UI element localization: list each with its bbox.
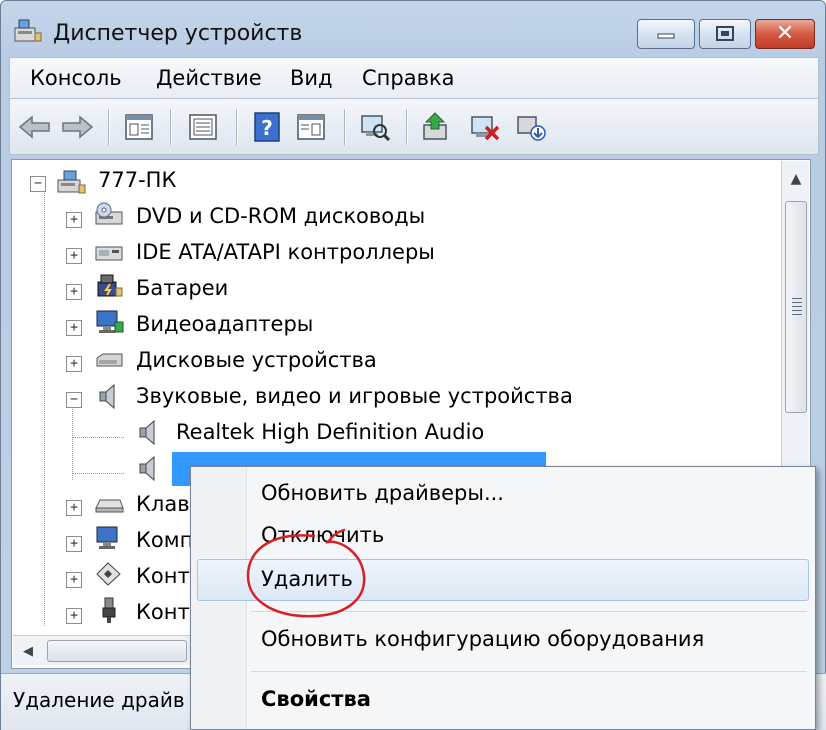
- expander-sound[interactable]: −: [66, 392, 82, 408]
- dvd-drive-icon: [95, 202, 123, 225]
- tree-item-computer[interactable]: Комп: [136, 528, 193, 552]
- forward-arrow-icon: [62, 115, 94, 139]
- update-driver-icon: [423, 112, 447, 140]
- properties-icon: [125, 114, 153, 140]
- grip-icon: [792, 298, 802, 316]
- root-expander[interactable]: −: [30, 176, 46, 192]
- context-separator: [251, 611, 807, 612]
- expander-disk[interactable]: +: [66, 356, 82, 372]
- console-toolbar-button[interactable]: [184, 109, 222, 145]
- tree-item-usb[interactable]: Конт: [136, 600, 190, 624]
- expander-display[interactable]: +: [66, 320, 82, 336]
- device-manager-icon: [14, 19, 42, 42]
- disk-drive-icon: [96, 353, 123, 367]
- scroll-left-button[interactable]: ◀: [17, 640, 39, 662]
- scan-hardware-icon: [361, 115, 391, 142]
- title-bar[interactable]: Диспетчер устройств ✕: [1, 1, 825, 53]
- expander-controller[interactable]: +: [66, 572, 82, 588]
- menu-view[interactable]: Вид: [290, 66, 333, 90]
- tree-item-display[interactable]: Видеоадаптеры: [136, 312, 313, 336]
- context-item-disable[interactable]: Отключить: [261, 523, 384, 547]
- update-driver-button[interactable]: [418, 109, 456, 145]
- disable-icon: [517, 116, 546, 141]
- expander-dvd[interactable]: +: [66, 212, 82, 228]
- expander-keyboard[interactable]: +: [66, 500, 82, 516]
- context-separator: [251, 671, 807, 672]
- scan-hardware-button[interactable]: [356, 109, 394, 145]
- scroll-up-button[interactable]: ▲: [782, 161, 810, 197]
- context-menu: Обновить драйверы... Отключить Удалить О…: [190, 466, 816, 730]
- console-icon: [189, 114, 217, 140]
- context-item-properties[interactable]: Свойства: [261, 687, 371, 711]
- ide-controller-icon: [95, 246, 123, 261]
- chevron-left-icon: ◀: [23, 643, 33, 659]
- view-icon: [297, 114, 325, 140]
- back-button[interactable]: [16, 109, 54, 145]
- menu-bar: Консоль Действие Вид Справка: [9, 57, 819, 99]
- uninstall-button[interactable]: [466, 109, 504, 145]
- controller-icon: [96, 562, 121, 586]
- tree-item-battery[interactable]: Батареи: [136, 276, 228, 300]
- menu-action[interactable]: Действие: [156, 66, 262, 90]
- tree-item-sound[interactable]: Звуковые, видео и игровые устройства: [136, 384, 573, 408]
- horizontal-scrollbar[interactable]: ◀: [13, 635, 193, 665]
- tree-item-ide[interactable]: IDE ATA/ATAPI контроллеры: [136, 240, 435, 264]
- disable-button[interactable]: [512, 109, 550, 145]
- view-toolbar-button[interactable]: [292, 109, 330, 145]
- tree-child-realtek[interactable]: Realtek High Definition Audio: [176, 420, 484, 444]
- speaker-icon: [139, 419, 155, 446]
- maximize-button[interactable]: [699, 19, 751, 49]
- minimize-button[interactable]: [637, 19, 695, 49]
- tree-item-controller[interactable]: Конт: [136, 564, 190, 588]
- back-arrow-icon: [18, 115, 50, 139]
- toolbar: ?: [9, 99, 819, 155]
- help-toolbar-button[interactable]: ?: [248, 109, 286, 145]
- context-item-update-drivers[interactable]: Обновить драйверы...: [261, 481, 504, 505]
- window-title: Диспетчер устройств: [53, 21, 303, 46]
- horizontal-scroll-thumb[interactable]: [47, 640, 187, 662]
- expander-battery[interactable]: +: [66, 284, 82, 300]
- menu-console[interactable]: Консоль: [30, 66, 122, 90]
- expander-usb[interactable]: +: [66, 608, 82, 624]
- tree-root-label[interactable]: 777-ПК: [98, 168, 176, 192]
- expander-computer[interactable]: +: [66, 536, 82, 552]
- help-icon: ?: [254, 112, 280, 142]
- computer-icon: [96, 526, 118, 549]
- properties-toolbar-button[interactable]: [120, 109, 158, 145]
- speaker-icon: [99, 383, 115, 410]
- context-item-uninstall[interactable]: Удалить: [261, 567, 353, 591]
- context-item-scan-hardware[interactable]: Обновить конфигурацию оборудования: [261, 627, 704, 651]
- close-button[interactable]: ✕: [755, 19, 815, 49]
- keyboard-icon: [95, 499, 124, 513]
- close-icon: ✕: [775, 21, 795, 46]
- minimize-icon: [657, 33, 675, 39]
- forward-button[interactable]: [58, 109, 96, 145]
- chevron-up-icon: ▲: [790, 171, 802, 187]
- battery-icon: [97, 274, 123, 297]
- scroll-thumb[interactable]: [785, 201, 807, 413]
- usb-icon: [102, 597, 116, 623]
- svg-text:?: ?: [261, 116, 273, 140]
- menu-help[interactable]: Справка: [362, 66, 455, 90]
- display-adapter-icon: [96, 310, 124, 333]
- status-text: Удаление драйв: [13, 688, 185, 712]
- computer-icon: [57, 170, 86, 194]
- speaker-icon: [139, 455, 155, 482]
- tree-item-disk[interactable]: Дисковые устройства: [136, 348, 377, 372]
- tree-item-keyboard[interactable]: Клав: [136, 492, 190, 516]
- uninstall-icon: [471, 116, 500, 141]
- expander-ide[interactable]: +: [66, 248, 82, 264]
- maximize-icon: [716, 26, 734, 41]
- tree-item-dvd[interactable]: DVD и CD-ROM дисководы: [136, 204, 425, 228]
